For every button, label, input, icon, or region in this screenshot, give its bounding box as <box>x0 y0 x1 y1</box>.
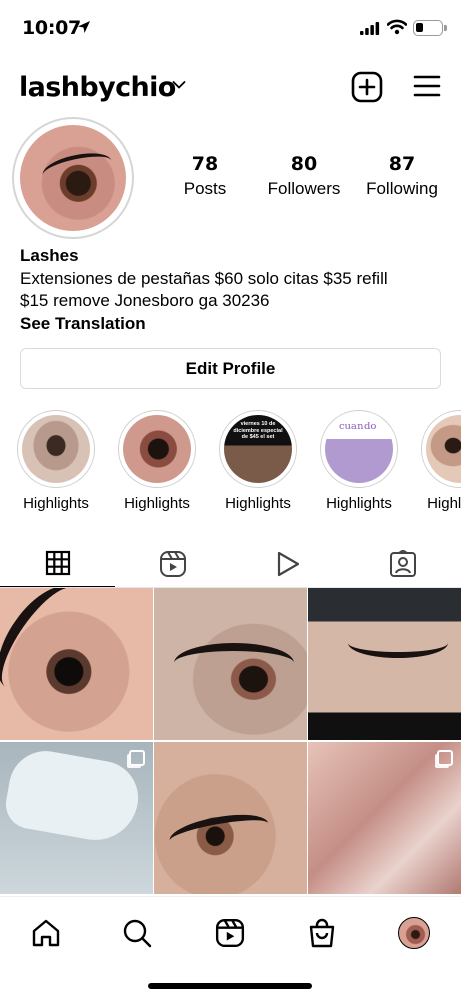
cellular-signal-icon <box>360 22 380 35</box>
carousel-icon <box>437 750 453 766</box>
profile-avatar-small <box>398 917 430 949</box>
tab-reels[interactable] <box>115 540 230 587</box>
bio-line: $15 remove Jonesboro ga 30236 <box>20 291 270 310</box>
highlight-ring <box>118 410 196 488</box>
following-count: 87 <box>388 153 416 175</box>
post-thumbnail[interactable] <box>0 742 153 894</box>
following-label: Following <box>366 179 438 198</box>
search-icon <box>123 919 152 948</box>
highlight-ring <box>320 410 398 488</box>
chevron-down-icon[interactable] <box>172 80 186 90</box>
menu-icon[interactable] <box>413 74 441 98</box>
status-time: 10:07 <box>22 17 81 39</box>
profile-name: Lashes <box>20 246 79 265</box>
highlight-ring <box>421 410 461 488</box>
highlight-cover <box>123 415 191 483</box>
post-thumbnail[interactable] <box>154 742 307 894</box>
location-arrow-icon <box>78 21 90 33</box>
status-bar: 10:07 <box>0 0 461 58</box>
posts-label: Posts <box>183 179 227 198</box>
nav-search[interactable] <box>117 913 157 953</box>
highlight-cover: viernes 10 de diciembre especial de $45 … <box>224 415 292 483</box>
highlight-label: Highlights <box>427 495 461 512</box>
tagged-icon <box>389 549 416 577</box>
highlight-cover <box>426 415 461 483</box>
carousel-icon <box>129 750 145 766</box>
username-switcher[interactable]: lashbychio <box>19 72 176 103</box>
edit-profile-button[interactable]: Edit Profile <box>20 348 441 389</box>
bio-line: Extensiones de pestañas $60 solo citas $… <box>20 268 388 288</box>
story-highlights: Highlights Highlights viernes 10 de dici… <box>0 410 461 520</box>
highlight-cover <box>22 415 90 483</box>
stat-posts[interactable]: 78 Posts <box>175 153 235 199</box>
tab-tagged[interactable] <box>345 540 460 587</box>
post-thumbnail[interactable] <box>308 588 461 740</box>
home-icon <box>32 919 60 947</box>
highlight-label: Highlights <box>124 495 190 512</box>
highlight-item[interactable]: viernes 10 de diciembre especial de $45 … <box>213 410 303 512</box>
nav-home[interactable] <box>26 913 66 953</box>
post-thumbnail[interactable] <box>0 588 153 740</box>
new-post-icon[interactable] <box>351 71 383 103</box>
stat-following[interactable]: 87 Following <box>362 153 442 199</box>
shop-icon <box>309 918 335 948</box>
highlight-item[interactable]: Highlights <box>415 410 461 512</box>
highlight-ring: viernes 10 de diciembre especial de $45 … <box>219 410 297 488</box>
highlight-item[interactable]: Highlights <box>314 410 404 512</box>
profile-header: lashbychio <box>0 64 461 110</box>
followers-count: 80 <box>290 153 318 175</box>
highlight-label: Highlights <box>326 495 392 512</box>
wifi-icon <box>387 19 407 35</box>
stat-followers[interactable]: 80 Followers <box>262 153 346 199</box>
post-thumbnail[interactable] <box>154 588 307 740</box>
highlight-cover <box>325 415 393 483</box>
highlight-label: Highlights <box>225 495 291 512</box>
nav-profile[interactable] <box>394 913 434 953</box>
highlight-label: Highlights <box>23 495 89 512</box>
highlight-ring <box>17 410 95 488</box>
grid-icon <box>45 550 70 576</box>
highlight-cover-text: viernes 10 de diciembre especial de $45 … <box>233 421 283 440</box>
tab-posts-grid[interactable] <box>0 540 115 587</box>
post-thumbnail[interactable] <box>308 742 461 894</box>
posts-grid <box>0 588 461 896</box>
highlight-item[interactable]: Highlights <box>112 410 202 512</box>
play-icon <box>277 551 299 576</box>
reels-icon <box>215 918 245 948</box>
nav-shop[interactable] <box>302 913 342 953</box>
see-translation-link[interactable]: See Translation <box>20 313 445 336</box>
reels-icon <box>159 550 186 577</box>
profile-tabs <box>0 540 461 588</box>
tab-videos[interactable] <box>230 540 345 587</box>
highlight-item[interactable]: Highlights <box>11 410 101 512</box>
followers-label: Followers <box>267 179 341 198</box>
home-indicator[interactable] <box>148 983 312 989</box>
profile-bio: Lashes Extensiones de pestañas $60 solo … <box>20 245 445 335</box>
battery-icon <box>413 20 447 36</box>
posts-count: 78 <box>191 153 219 175</box>
profile-avatar[interactable] <box>20 125 126 231</box>
nav-reels[interactable] <box>210 913 250 953</box>
